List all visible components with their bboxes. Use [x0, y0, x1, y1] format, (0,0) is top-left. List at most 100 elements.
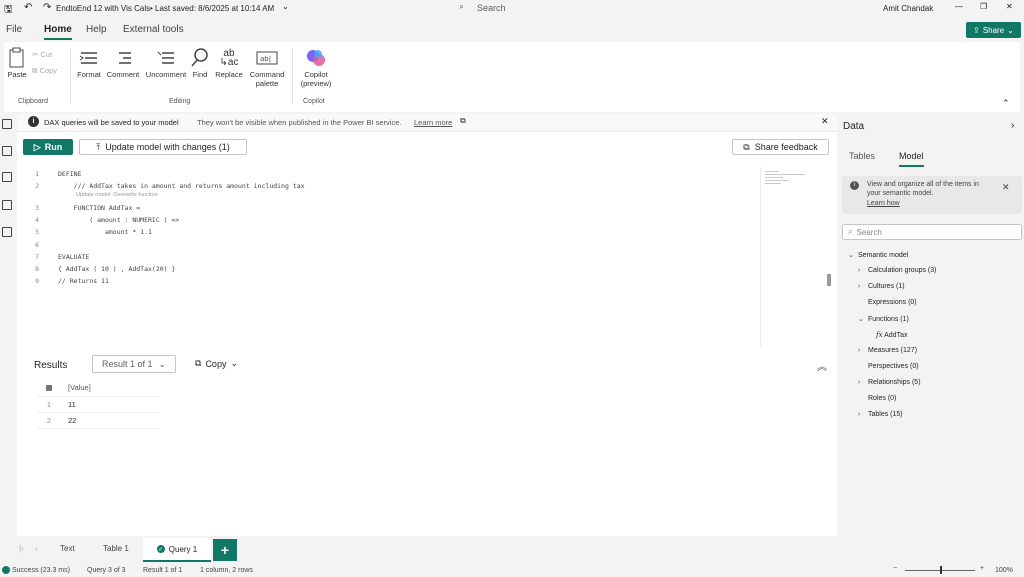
zoom-out-icon[interactable]: − — [893, 565, 897, 572]
format-button[interactable]: Format — [74, 46, 104, 79]
editor-scrollbar[interactable] — [827, 274, 831, 286]
user-name[interactable]: Amit Chandak — [883, 4, 933, 13]
search-input[interactable]: ⌕ Search — [455, 1, 615, 15]
learn-how-link[interactable]: Learn how — [867, 200, 900, 207]
line-number: 7 — [35, 253, 39, 261]
cell-value[interactable]: 11 — [61, 396, 159, 413]
info-icon: i — [850, 181, 859, 190]
uncomment-button[interactable]: Uncomment — [143, 46, 189, 79]
zoom-thumb[interactable] — [940, 566, 942, 574]
minimap-line — [765, 183, 781, 184]
copy-results-button[interactable]: ⧉ Copy ⌄ — [195, 358, 238, 369]
tab-text[interactable]: Text — [60, 544, 75, 553]
tree-root[interactable]: ⌄ Semantic model — [848, 251, 908, 259]
left-rail — [0, 114, 14, 544]
tmdl-view-icon[interactable] — [2, 227, 12, 237]
redo-icon[interactable]: ↷ — [43, 2, 51, 13]
tab-nav-prev-icon[interactable]: ‹ — [35, 544, 38, 553]
tree-item[interactable]: › Relationships (5) — [858, 379, 921, 386]
code-line[interactable]: FUNCTION AddTax = — [58, 204, 141, 212]
query-tab-label: Query 1 — [168, 544, 198, 554]
tab-table-1[interactable]: Table 1 — [103, 544, 129, 553]
tree-item-function[interactable]: fx AddTax — [876, 331, 907, 339]
tab-help[interactable]: Help — [86, 24, 107, 35]
run-button[interactable]: ▷ Run — [23, 139, 73, 155]
share-icon: ⇪ — [973, 25, 980, 35]
result-selector[interactable]: Result 1 of 1 ⌄ — [92, 355, 176, 373]
report-view-icon[interactable] — [2, 119, 12, 129]
chevron-down-icon[interactable]: ⌄ — [282, 2, 289, 11]
search-placeholder: Search — [477, 3, 506, 13]
replace-button[interactable]: ab ↳ac Replace — [214, 46, 244, 80]
line-number: 8 — [35, 265, 39, 273]
result-selector-value: Result 1 of 1 — [101, 359, 153, 369]
undo-icon[interactable]: ↶ — [24, 2, 32, 13]
line-number: 2 — [35, 182, 39, 190]
info-card-text: View and organize all of the items in yo… — [867, 181, 979, 197]
tree-item[interactable]: › Measures (127) — [858, 347, 917, 354]
minimize-icon[interactable]: — — [955, 2, 963, 11]
tab-model[interactable]: Model — [899, 151, 924, 167]
collapse-results-icon[interactable]: ︽ — [817, 358, 827, 373]
code-line[interactable]: // Returns 11 — [58, 277, 109, 285]
share-feedback-button[interactable]: ⧉ Share feedback — [732, 139, 829, 155]
code-line[interactable]: ( amount : NUMERIC ) => — [58, 216, 179, 224]
save-icon[interactable]: 🖫 — [4, 2, 13, 19]
tab-tables[interactable]: Tables — [849, 151, 875, 161]
cell-value[interactable]: 22 — [61, 412, 159, 429]
tree-item[interactable]: Roles (0) — [858, 395, 896, 402]
command-palette-button[interactable]: ab| Command palette — [247, 46, 287, 88]
dax-editor[interactable]: 1 DEFINE 2 /// AddTax takes in amount an… — [17, 164, 837, 344]
grid-icon[interactable]: ▦ — [37, 380, 61, 397]
tree-item[interactable]: › Cultures (1) — [858, 283, 905, 290]
paste-button[interactable]: Paste — [6, 46, 28, 79]
find-label: Find — [192, 70, 208, 79]
restore-icon[interactable]: ❐ — [980, 2, 987, 11]
table-view-icon[interactable] — [2, 146, 12, 156]
zoom-in-icon[interactable]: + — [980, 565, 984, 572]
tab-home[interactable]: Home — [44, 24, 72, 40]
code-line[interactable]: amount * 1.1 — [58, 228, 152, 236]
code-line[interactable]: DEFINE — [58, 170, 81, 178]
close-icon[interactable]: ✕ — [1002, 182, 1010, 193]
model-view-icon[interactable] — [2, 172, 12, 182]
find-button[interactable]: Find — [190, 46, 210, 79]
comment-button[interactable]: Comment — [105, 46, 141, 79]
add-query-button[interactable]: + — [213, 539, 237, 561]
code-line[interactable]: { AddTax ( 10 ) , AddTax(20) } — [58, 265, 175, 273]
column-header[interactable]: [Value] — [61, 380, 159, 397]
copy-label: Copy — [205, 358, 227, 369]
update-model-button[interactable]: ⤒ Update model with changes (1) — [79, 139, 247, 155]
line-number: 4 — [35, 216, 39, 224]
dax-query-view-icon[interactable] — [2, 200, 12, 210]
close-icon[interactable]: ✕ — [1006, 2, 1013, 11]
tab-query-1[interactable]: ✓ Query 1 — [143, 538, 211, 562]
copilot-button[interactable]: Copilot (preview) — [296, 46, 336, 88]
collapse-ribbon-icon[interactable]: ⌃ — [1002, 98, 1010, 109]
tree-item[interactable]: › Tables (15) — [858, 411, 903, 418]
comment-icon — [119, 52, 131, 64]
paste-icon — [9, 47, 24, 68]
tab-external-tools[interactable]: External tools — [123, 24, 184, 35]
share-button[interactable]: ⇪ Share ⌄ — [966, 22, 1021, 38]
uncomment-icon — [157, 51, 174, 64]
cut-label: Cut — [40, 50, 53, 59]
collapse-pane-icon[interactable]: › — [1011, 120, 1014, 131]
tab-nav-first-icon[interactable]: |‹ — [19, 544, 24, 553]
editor-minimap[interactable] — [760, 167, 820, 347]
tab-file[interactable]: File — [6, 24, 22, 35]
code-line[interactable]: EVALUATE — [58, 253, 89, 261]
zoom-level: 100% — [995, 567, 1013, 574]
status-bar: Success (23.3 ms) Query 3 of 3 Result 1 … — [0, 564, 1024, 577]
copilot-group-label: Copilot — [303, 98, 325, 105]
tree-item[interactable]: Expressions (0) — [858, 299, 917, 306]
data-search-input[interactable]: ⌕ Search — [842, 224, 1022, 240]
tree-item[interactable]: ⌄ Functions (1) — [858, 315, 909, 323]
tree-item[interactable]: Perspectives (0) — [858, 363, 919, 370]
learn-more-link[interactable]: Learn more — [414, 118, 452, 127]
code-line[interactable]: /// AddTax takes in amount and returns a… — [58, 182, 305, 190]
close-icon[interactable]: ✕ — [821, 116, 829, 127]
line-number: 5 — [35, 228, 39, 236]
tree-item[interactable]: › Calculation groups (3) — [858, 267, 936, 274]
codelens-hint[interactable]: Update model: Overwrite function — [76, 192, 158, 198]
